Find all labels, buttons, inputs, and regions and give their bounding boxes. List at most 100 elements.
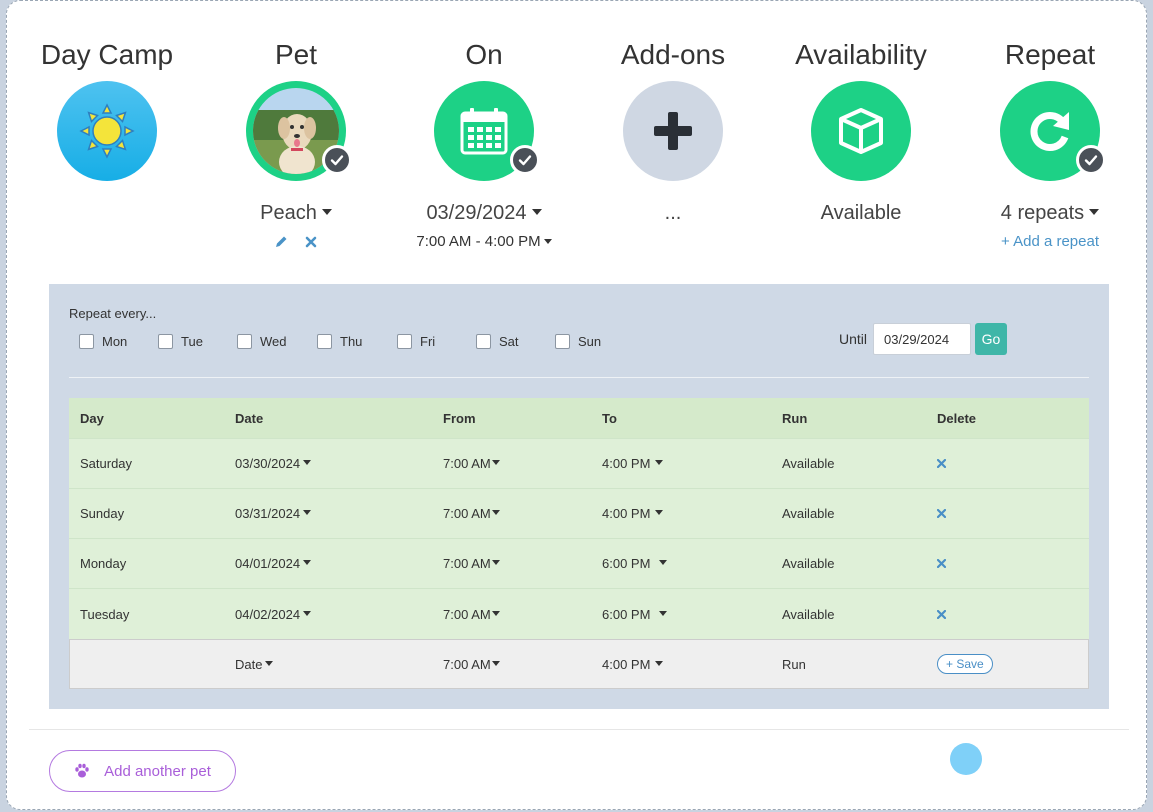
service-button[interactable]	[57, 81, 157, 181]
checkbox[interactable]	[79, 334, 94, 349]
step-service: Day Camp	[13, 35, 201, 181]
day-checkbox-sat[interactable]: Sat	[476, 334, 519, 349]
date-button[interactable]	[434, 81, 540, 181]
pet-name: Peach	[260, 202, 317, 224]
time-range-dropdown[interactable]: 7:00 AM - 4:00 PM	[390, 233, 578, 250]
checkbox[interactable]	[158, 334, 173, 349]
to-dropdown[interactable]: 4:00 PM	[602, 439, 664, 488]
pet-dropdown[interactable]: Peach	[202, 201, 390, 225]
chevron-down-icon	[659, 610, 668, 616]
to-value: 4:00 PM	[602, 506, 651, 521]
repeats-dropdown[interactable]: 4 repeats	[956, 201, 1144, 225]
step-on: On 03/29/2024 7:00 AM - 4:00 PM	[390, 35, 578, 250]
column-header-to: To	[602, 410, 617, 426]
pet-check-badge	[322, 145, 352, 175]
checkbox[interactable]	[237, 334, 252, 349]
table-row: Tuesday 04/02/2024 7:00 AM 6:00 PM Avail…	[69, 588, 1089, 639]
save-button[interactable]: + Save	[937, 654, 993, 674]
column-header-date: Date	[235, 410, 264, 426]
checkbox[interactable]	[317, 334, 332, 349]
repeat-button[interactable]	[1000, 81, 1106, 181]
repeat-every-label: Repeat every...	[69, 306, 157, 321]
date-dropdown[interactable]: 03/31/2024	[235, 489, 312, 538]
add-another-pet-button[interactable]: Add another pet	[49, 750, 236, 792]
edit-icon[interactable]	[275, 235, 288, 253]
from-dropdown[interactable]: 7:00 AM	[443, 489, 500, 538]
step-pet: Pet Peach	[202, 35, 390, 253]
day-checkbox-sun[interactable]: Sun	[555, 334, 601, 349]
step-service-title: Day Camp	[40, 39, 174, 70]
column-header-from: From	[443, 410, 476, 426]
day-checkbox-wed[interactable]: Wed	[237, 334, 287, 349]
delete-row-button[interactable]	[937, 589, 946, 639]
chevron-down-icon	[655, 660, 664, 666]
day-label: Thu	[340, 334, 363, 349]
to-dropdown[interactable]: 4:00 PM	[602, 489, 664, 538]
date-dropdown[interactable]: 03/30/2024	[235, 439, 312, 488]
remove-icon[interactable]	[305, 235, 317, 253]
to-value: 4:00 PM	[602, 456, 651, 471]
new-from-dropdown[interactable]: 7:00 AM	[443, 640, 500, 688]
go-button[interactable]: Go	[975, 323, 1008, 355]
chevron-down-icon	[655, 510, 664, 515]
to-dropdown[interactable]: 6:00 PM	[602, 539, 668, 588]
new-from-value: 7:00 AM	[443, 656, 491, 672]
to-dropdown[interactable]: 6:00 PM	[602, 589, 668, 639]
table-header-row: Day Date From To Run Delete	[69, 398, 1089, 438]
new-date-dropdown[interactable]: Date	[235, 640, 274, 688]
addons-value: ...	[664, 202, 682, 224]
until-date-input[interactable]	[873, 323, 972, 355]
repeats-count: 4 repeats	[1000, 202, 1085, 224]
from-dropdown[interactable]: 7:00 AM	[443, 439, 500, 488]
until-group: Until Go	[839, 323, 1008, 355]
date-dropdown[interactable]: 04/01/2024	[235, 539, 312, 588]
day-label: Sun	[578, 334, 602, 349]
delete-row-button[interactable]	[937, 489, 946, 538]
repeat-table: Day Date From To Run Delete Saturday 03/…	[69, 398, 1089, 689]
close-icon	[937, 509, 946, 518]
date-dropdown[interactable]: 03/29/2024	[390, 201, 578, 225]
from-value: 7:00 AM	[443, 556, 491, 571]
new-run-cell: Run	[782, 656, 806, 672]
chevron-down-icon	[303, 460, 312, 465]
repeat-icon	[1030, 112, 1069, 151]
plus-icon	[654, 112, 692, 150]
save-cell: + Save	[937, 640, 993, 688]
chevron-down-icon	[265, 660, 274, 666]
booking-card: Day Camp Pet Peach On 03/29/2024 7:00 AM…	[6, 0, 1147, 810]
checkbox[interactable]	[476, 334, 491, 349]
calendar-icon	[460, 108, 508, 155]
pet-button[interactable]	[246, 81, 352, 181]
new-to-dropdown[interactable]: 4:00 PM	[602, 640, 664, 688]
checkbox[interactable]	[555, 334, 570, 349]
day-label: Sat	[499, 334, 519, 349]
day-checkbox-fri[interactable]: Fri	[397, 334, 435, 349]
until-label: Until	[839, 331, 868, 347]
from-dropdown[interactable]: 7:00 AM	[443, 589, 500, 639]
add-repeat-link[interactable]: + Add a repeat	[956, 233, 1144, 250]
chevron-down-icon	[303, 510, 312, 515]
repeat-panel: Repeat every... Mon Tue Wed Thu Fri Sat …	[49, 284, 1109, 709]
availability-button[interactable]	[811, 81, 911, 181]
delete-row-button[interactable]	[937, 439, 946, 488]
sun-icon	[79, 103, 135, 159]
divider	[69, 377, 1089, 378]
from-dropdown[interactable]: 7:00 AM	[443, 539, 500, 588]
day-checkbox-tue[interactable]: Tue	[158, 334, 203, 349]
step-addons-title: Add-ons	[620, 39, 726, 70]
chevron-down-icon	[303, 560, 312, 565]
date-value: 04/01/2024	[235, 556, 301, 571]
repeat-check-badge	[1076, 145, 1106, 175]
day-label: Fri	[420, 334, 436, 349]
date-value: 03/31/2024	[235, 506, 301, 521]
checkbox[interactable]	[397, 334, 412, 349]
date-dropdown[interactable]: 04/02/2024	[235, 589, 312, 639]
close-icon	[937, 459, 946, 468]
day-checkbox-thu[interactable]: Thu	[317, 334, 362, 349]
day-checkbox-mon[interactable]: Mon	[79, 334, 127, 349]
chevron-down-icon	[655, 460, 664, 465]
delete-row-button[interactable]	[937, 539, 946, 588]
box-icon	[839, 108, 883, 154]
addons-button[interactable]	[623, 81, 723, 181]
chevron-down-icon	[543, 238, 552, 244]
